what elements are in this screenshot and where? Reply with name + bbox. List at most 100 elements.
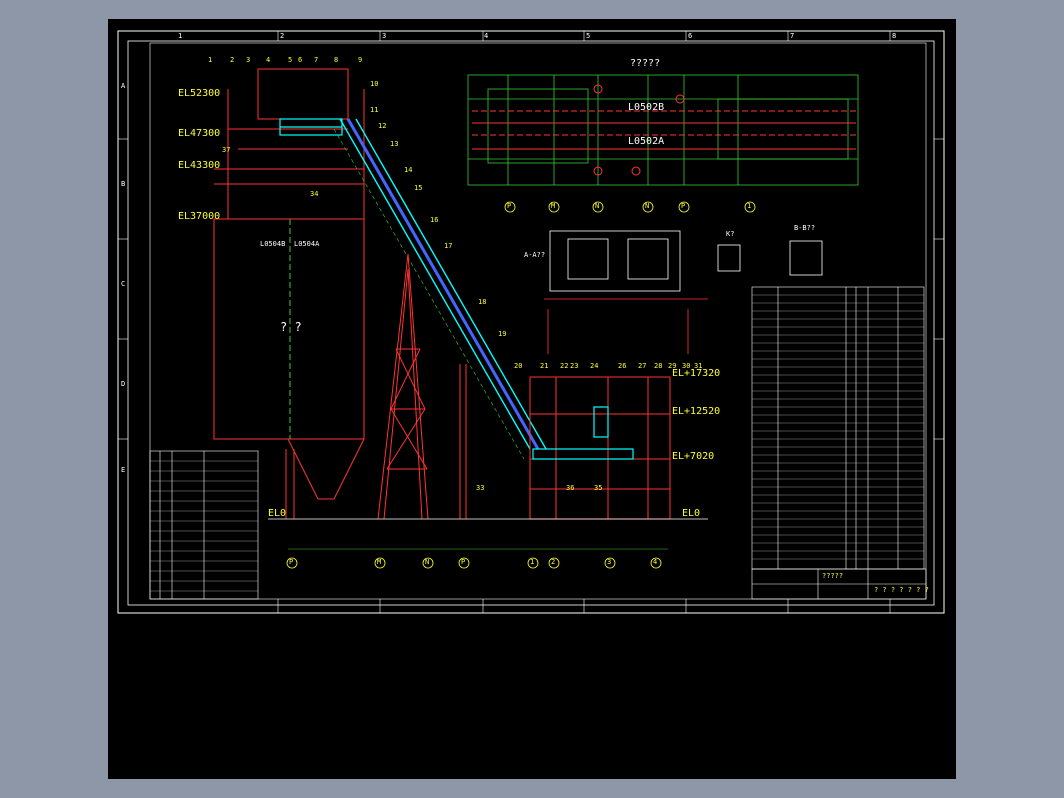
silo-structure	[213, 68, 365, 519]
callout-8: 8	[334, 56, 339, 64]
callout-12: 12	[378, 122, 387, 130]
callout-29: 29	[668, 362, 677, 370]
axis-label-p2: P	[461, 558, 466, 566]
border-ticks	[118, 31, 944, 613]
plan-axis-label-1: 1	[747, 202, 752, 210]
section-a-label: A-A??	[524, 251, 546, 259]
section-k-view	[717, 244, 741, 272]
drawing-border	[149, 42, 927, 600]
callout-16: 16	[430, 216, 439, 224]
callout-7: 7	[314, 56, 319, 64]
callout-35: 35	[594, 484, 603, 492]
callout-30: 30	[682, 362, 691, 370]
tail-building	[529, 376, 671, 520]
border-number-4: 4	[484, 32, 489, 40]
plan-axis-label-p: P	[507, 202, 512, 210]
truss-tower	[377, 253, 467, 520]
view-k-label: K?	[726, 230, 735, 238]
axis-label-p1: P	[289, 558, 294, 566]
border-number-5: 5	[586, 32, 591, 40]
elevation-el37000: EL37000	[178, 211, 221, 222]
border-number-2: 2	[280, 32, 285, 40]
callout-10: 10	[370, 80, 379, 88]
elevation-el0-right: EL0	[682, 508, 701, 519]
border-letter-e: E	[121, 466, 126, 474]
callout-27: 27	[638, 362, 647, 370]
elevation-el7020: EL+7020	[672, 451, 715, 462]
label-l0504b: L0504B	[260, 240, 286, 248]
callout-36: 36	[566, 484, 575, 492]
callout-5: 5	[288, 56, 293, 64]
callout-33: 33	[476, 484, 485, 492]
border-letter-c: C	[121, 280, 126, 288]
section-b-label: B-B??	[794, 224, 816, 232]
axis-label-3: 3	[607, 558, 612, 566]
border-number-6: 6	[688, 32, 693, 40]
border-number-8: 8	[892, 32, 897, 40]
inner-frame	[127, 40, 935, 606]
border-number-1: 1	[178, 32, 183, 40]
border-letter-a: A	[121, 82, 126, 90]
axis-label-m: M	[377, 558, 382, 566]
plan-axis-label-p2: P	[681, 202, 686, 210]
plan-axis-label-n1: N	[595, 202, 600, 210]
callout-20: 20	[514, 362, 523, 370]
callout-28: 28	[654, 362, 663, 370]
callout-26: 26	[618, 362, 627, 370]
head-conveyor	[279, 118, 343, 136]
plan-axis-label-m: M	[551, 202, 556, 210]
cad-drawing	[117, 30, 945, 614]
title-block-drawing-no: ? ? ? ? ? ? ?	[874, 586, 929, 594]
axis-label-n: N	[425, 558, 430, 566]
callout-24: 24	[590, 362, 599, 370]
callout-21: 21	[540, 362, 549, 370]
plan-title: ?????	[630, 58, 661, 69]
callout-9: 9	[358, 56, 363, 64]
parts-table	[751, 286, 925, 570]
border-number-7: 7	[790, 32, 795, 40]
elevation-el43300: EL43300	[178, 160, 221, 171]
callout-22: 22	[560, 362, 569, 370]
callout-6: 6	[298, 56, 303, 64]
plan-belts	[472, 84, 856, 176]
section-b-view	[789, 240, 823, 276]
border-letter-d: D	[121, 380, 126, 388]
plan-view	[467, 74, 859, 186]
label-l0502b: L0502B	[628, 102, 665, 113]
inclined-conveyor	[333, 118, 547, 460]
callout-4: 4	[266, 56, 271, 64]
callout-17: 17	[444, 242, 453, 250]
label-l0502a: L0502A	[628, 136, 665, 147]
border-number-3: 3	[382, 32, 387, 40]
callout-3: 3	[246, 56, 251, 64]
plan-axis-markers	[504, 201, 756, 213]
axis-label-1: 1	[530, 558, 535, 566]
callout-13: 13	[390, 140, 399, 148]
section-a-view	[544, 230, 708, 354]
drawing-sheet: EL52300 EL47300 EL43300 EL37000 EL+17320…	[108, 19, 956, 779]
elevation-el0-left: EL0	[268, 508, 287, 519]
outer-frame	[117, 30, 945, 614]
silo-mark: ? ?	[280, 320, 302, 334]
callout-31: 31	[694, 362, 703, 370]
callout-18: 18	[478, 298, 487, 306]
callout-34: 34	[310, 190, 319, 198]
callout-1: 1	[208, 56, 213, 64]
axis-label-2: 2	[551, 558, 556, 566]
elevation-el17320: EL+17320	[672, 368, 721, 379]
callout-19: 19	[498, 330, 507, 338]
elevation-el47300: EL47300	[178, 128, 221, 139]
title-block-scale: ?????	[822, 572, 844, 580]
callout-37: 37	[222, 146, 231, 154]
callout-2: 2	[230, 56, 235, 64]
axis-label-4: 4	[653, 558, 658, 566]
callout-15: 15	[414, 184, 423, 192]
elevation-el12520: EL+12520	[672, 406, 721, 417]
spec-table	[149, 450, 259, 600]
tail-conveyor	[532, 406, 634, 460]
callout-23: 23	[570, 362, 579, 370]
plan-axis-label-n2: N	[645, 202, 650, 210]
elevation-el52300: EL52300	[178, 88, 221, 99]
axis-markers	[286, 557, 662, 569]
label-l0504a: L0504A	[294, 240, 320, 248]
